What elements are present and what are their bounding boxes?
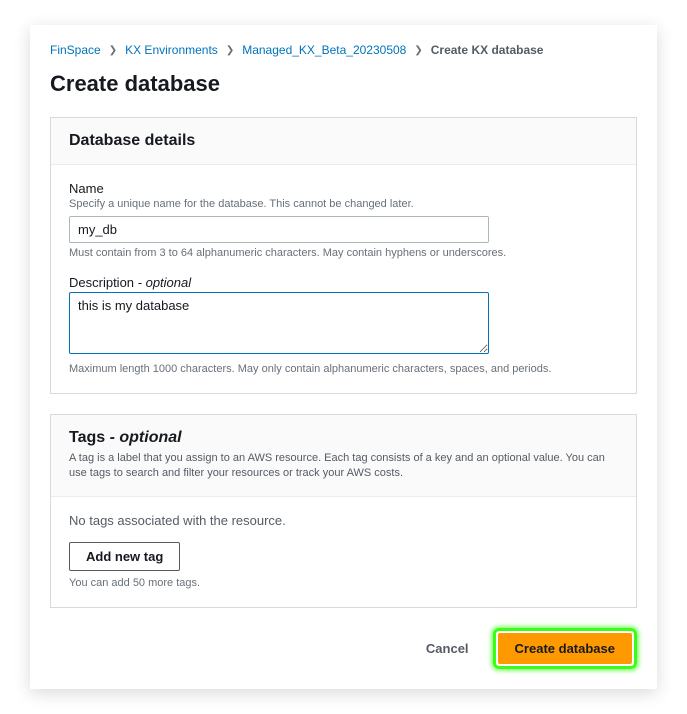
- submit-highlight: Create database: [493, 628, 637, 669]
- page-title: Create database: [50, 71, 637, 97]
- tags-optional-suffix: - optional: [110, 429, 182, 446]
- breadcrumb-current: Create KX database: [431, 43, 544, 57]
- tags-description: A tag is a label that you assign to an A…: [69, 451, 618, 482]
- breadcrumb-link-kx-environments[interactable]: KX Environments: [125, 43, 218, 57]
- name-input[interactable]: [69, 216, 489, 243]
- name-label: Name: [69, 181, 618, 196]
- tags-heading-text: Tags: [69, 429, 105, 446]
- description-field: Description - optional Maximum length 10…: [69, 275, 618, 375]
- name-field: Name Specify a unique name for the datab…: [69, 181, 618, 259]
- cancel-button[interactable]: Cancel: [412, 633, 483, 664]
- database-details-panel: Database details Name Specify a unique n…: [50, 117, 637, 394]
- tags-body: No tags associated with the resource. Ad…: [51, 497, 636, 607]
- breadcrumb: FinSpace ❯ KX Environments ❯ Managed_KX_…: [50, 43, 637, 57]
- tags-header: Tags - optional A tag is a label that yo…: [51, 415, 636, 497]
- database-details-header: Database details: [51, 118, 636, 165]
- tags-limit-text: You can add 50 more tags.: [69, 577, 618, 589]
- breadcrumb-link-finspace[interactable]: FinSpace: [50, 43, 101, 57]
- chevron-right-icon: ❯: [226, 45, 234, 56]
- tags-heading: Tags - optional: [69, 429, 618, 447]
- breadcrumb-link-environment[interactable]: Managed_KX_Beta_20230508: [242, 43, 406, 57]
- description-optional-suffix: - optional: [138, 275, 191, 290]
- form-actions: Cancel Create database: [50, 628, 637, 669]
- description-label: Description - optional: [69, 275, 618, 290]
- create-database-button[interactable]: Create database: [498, 633, 632, 664]
- description-input[interactable]: [69, 292, 489, 354]
- name-hint: Specify a unique name for the database. …: [69, 198, 618, 210]
- description-constraint: Maximum length 1000 characters. May only…: [69, 363, 618, 375]
- database-details-heading: Database details: [69, 132, 618, 150]
- tags-empty-text: No tags associated with the resource.: [69, 513, 618, 528]
- chevron-right-icon: ❯: [109, 45, 117, 56]
- page-container: FinSpace ❯ KX Environments ❯ Managed_KX_…: [30, 25, 657, 689]
- chevron-right-icon: ❯: [414, 45, 422, 56]
- description-label-text: Description: [69, 275, 134, 290]
- tags-panel: Tags - optional A tag is a label that yo…: [50, 414, 637, 608]
- name-constraint: Must contain from 3 to 64 alphanumeric c…: [69, 247, 618, 259]
- add-tag-button[interactable]: Add new tag: [69, 542, 180, 571]
- database-details-body: Name Specify a unique name for the datab…: [51, 165, 636, 393]
